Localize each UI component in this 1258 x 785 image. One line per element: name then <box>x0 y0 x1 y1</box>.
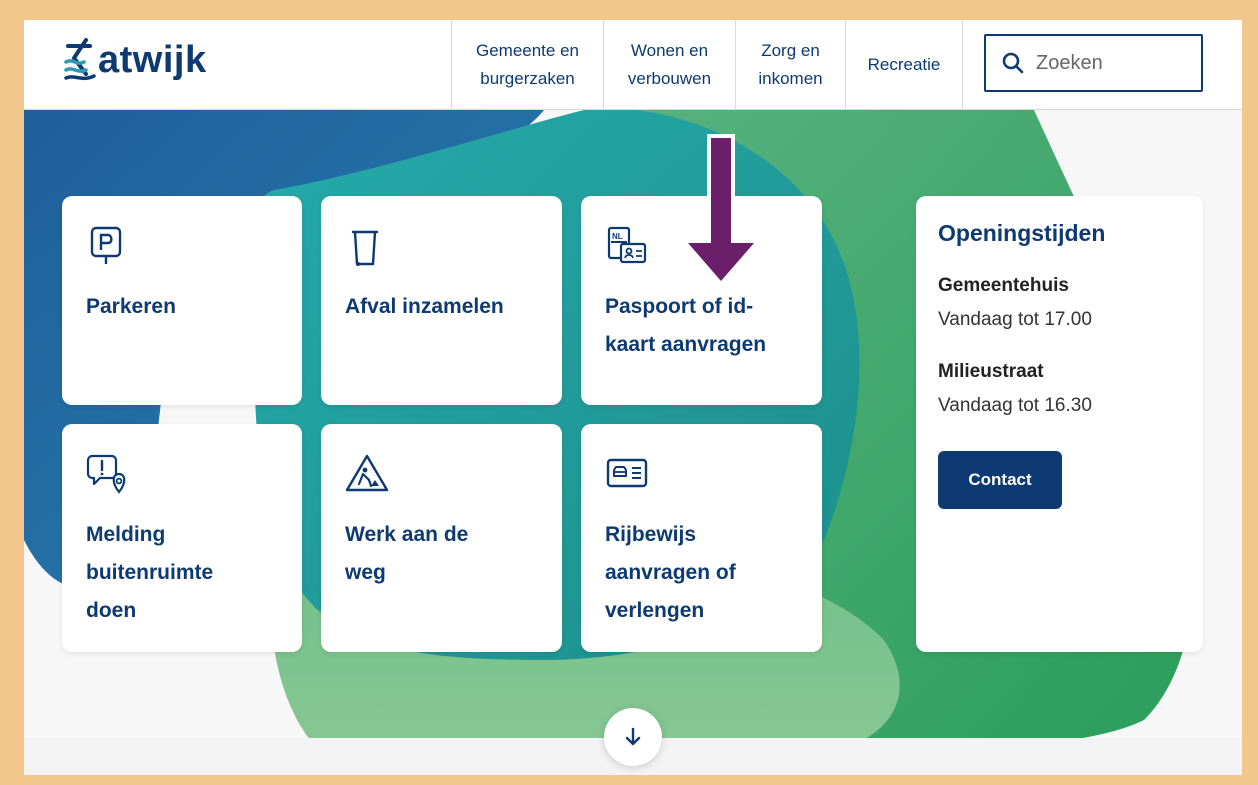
opening-hours-title: Openingstijden <box>938 220 1106 246</box>
nav-item-zorg-en-inkomen[interactable]: Zorg en inkomen <box>735 20 845 110</box>
contact-button[interactable]: Contact <box>938 451 1062 509</box>
location-name-gemeentehuis: Gemeentehuis <box>938 275 1069 296</box>
katwijk-waves-logo-icon <box>64 38 96 81</box>
nav-item-wonen-en-verbouwen[interactable]: Wonen en verbouwen <box>603 20 735 110</box>
tile-label: Werk aan de weg <box>345 523 469 584</box>
annotation-arrow-down-icon <box>680 134 762 287</box>
waste-bin-icon <box>351 230 379 266</box>
search-icon <box>1002 52 1024 74</box>
report-location-icon <box>86 454 126 494</box>
tile-label: Rijbewijs aanvragen of verlengen <box>605 523 736 622</box>
logo-wordmark: atwijk <box>98 38 207 81</box>
page-frame: atwijk Gemeente en burgerzaken Wonen en … <box>24 20 1242 775</box>
location-name-milieustraat: Milieustraat <box>938 361 1044 382</box>
tile-label: Afval inzamelen <box>345 295 504 318</box>
nav-item-label: Zorg en inkomen <box>758 41 823 88</box>
nav-item-gemeente-en-burgerzaken[interactable]: Gemeente en burgerzaken <box>451 20 603 110</box>
nav-item-label: Recreatie <box>867 55 941 74</box>
tile-label: Melding buitenruimte doen <box>86 523 214 622</box>
parking-sign-icon <box>90 226 122 264</box>
tile-label: Parkeren <box>86 295 176 318</box>
nav-item-label: Wonen en verbouwen <box>627 41 712 88</box>
opening-hours-card: Openingstijden Gemeentehuis Vandaag tot … <box>916 196 1203 652</box>
search-input[interactable] <box>1036 51 1186 75</box>
tile-afval-inzamelen[interactable]: Afval inzamelen <box>321 196 562 405</box>
katwijk-logo[interactable]: atwijk <box>64 34 207 86</box>
main-navigation: Gemeente en burgerzaken Wonen en verbouw… <box>451 20 963 110</box>
tile-parkeren[interactable]: Parkeren <box>62 196 302 405</box>
site-header: atwijk Gemeente en burgerzaken Wonen en … <box>24 20 1242 110</box>
tile-rijbewijs-aanvragen-of-verlengen[interactable]: Rijbewijs aanvragen of verlengen <box>581 424 822 652</box>
tile-melding-buitenruimte-doen[interactable]: Melding buitenruimte doen <box>62 424 302 652</box>
arrow-down-icon <box>625 727 641 746</box>
scroll-down-button[interactable] <box>604 708 662 766</box>
nl-id-card-icon: NL <box>607 226 647 264</box>
location-hours-gemeentehuis: Vandaag tot 17.00 <box>938 309 1092 330</box>
tile-label: Paspoort of id- kaart aanvragen <box>605 295 767 356</box>
location-hours-milieustraat: Vandaag tot 16.30 <box>938 395 1092 416</box>
nav-item-label: Gemeente en burgerzaken <box>475 41 579 88</box>
svg-text:NL: NL <box>612 232 623 241</box>
tile-werk-aan-de-weg[interactable]: Werk aan de weg <box>321 424 562 652</box>
roadwork-sign-icon <box>345 454 389 492</box>
search-box[interactable] <box>984 34 1203 92</box>
nav-item-recreatie[interactable]: Recreatie <box>845 20 963 110</box>
driving-license-icon <box>606 458 648 488</box>
